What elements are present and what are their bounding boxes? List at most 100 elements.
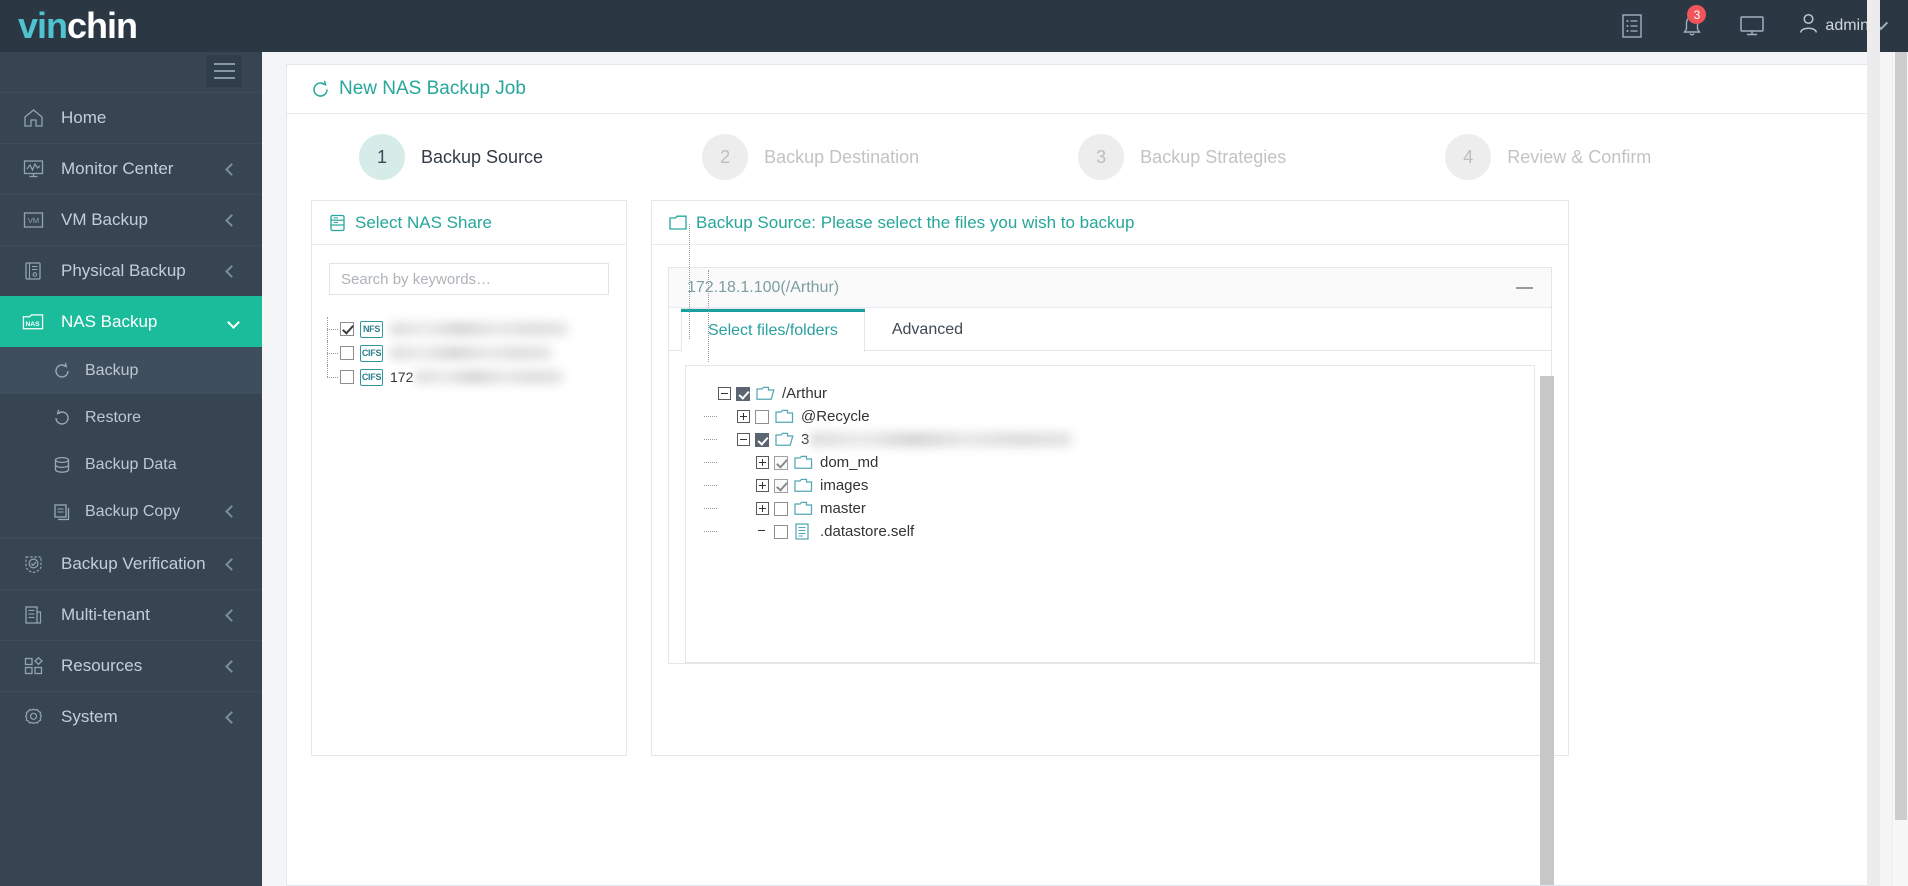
bell-icon[interactable]: 3 (1679, 5, 1707, 39)
tree-checkbox[interactable] (774, 524, 788, 539)
chevron-left-icon (225, 557, 238, 571)
tree-node-label-redacted (810, 432, 1073, 447)
tree-checkbox[interactable] (755, 409, 769, 424)
tree-checkbox[interactable] (736, 386, 750, 401)
tree-node-master[interactable]: master (704, 497, 1534, 520)
refresh-ccw-icon (52, 408, 72, 428)
sidebar: Home Monitor Center VM VM Backup Physica… (0, 52, 279, 886)
sidebar-item-backup[interactable]: Backup (0, 347, 262, 394)
sidebar-item-label: System (61, 707, 118, 726)
step-backup-destination[interactable]: 2 Backup Destination (702, 134, 919, 180)
tree-connector (327, 341, 340, 365)
sidebar-subitem-label: Backup (85, 361, 139, 379)
tree-node-label: /Arthur (782, 385, 828, 402)
svg-text:VM: VM (27, 216, 38, 225)
tree-checkbox[interactable] (774, 478, 788, 493)
sidebar-item-system[interactable]: System (0, 691, 262, 742)
source-tabs: Select files/folders Advanced (669, 308, 1551, 352)
list-item[interactable]: CIFS 172 (322, 365, 626, 389)
page-title: New NAS Backup Job (287, 65, 1869, 114)
select-nas-share-panel: Select NAS Share NFS (311, 200, 627, 756)
menu-toggle-button[interactable] (206, 55, 242, 87)
sidebar-item-backup-data[interactable]: Backup Data (0, 441, 262, 488)
list-item[interactable]: CIFS (322, 341, 626, 365)
tree-checkbox[interactable] (755, 432, 769, 447)
chevron-left-icon (225, 608, 238, 622)
tree-connector (327, 365, 340, 389)
server-stack-icon (329, 214, 346, 232)
expand-toggle-icon[interactable] (737, 410, 750, 423)
search-input[interactable] (329, 263, 609, 295)
file-tree: /Arthur @Recycle 3 dom_md images master … (685, 224, 1535, 663)
tree-connector (704, 462, 717, 463)
folder-icon (669, 215, 687, 231)
monitor-icon[interactable] (1739, 13, 1765, 39)
protocol-badge: CIFS (360, 368, 383, 386)
copy-icon (52, 502, 72, 522)
panel-scrollbar-thumb[interactable] (1540, 376, 1554, 885)
step-backup-strategies[interactable]: 3 Backup Strategies (1078, 134, 1286, 180)
sidebar-item-backup-copy[interactable]: Backup Copy (0, 488, 262, 535)
sidebar-item-vm-backup[interactable]: VM VM Backup (0, 194, 262, 245)
tree-node-datastore-self[interactable]: .datastore.self (704, 520, 1534, 543)
tree-node-label: @Recycle (801, 408, 870, 425)
header-actions: 3 admin (1619, 5, 1908, 39)
building-icon (22, 604, 44, 626)
wizard-card: New NAS Backup Job 1 Backup Source 2 Bac… (286, 64, 1870, 886)
server-icon (22, 260, 44, 282)
chevron-left-icon (225, 162, 238, 176)
task-list-icon[interactable] (1619, 13, 1645, 39)
expand-toggle-icon[interactable] (756, 479, 769, 492)
tree-checkbox[interactable] (774, 501, 788, 516)
collapse-toggle-icon[interactable] (737, 433, 750, 446)
collapse-toggle-icon[interactable] (718, 387, 731, 400)
sidebar-item-restore[interactable]: Restore (0, 394, 262, 441)
app-root: vinchin 3 admin Home Monitor Center VM V… (0, 0, 1908, 886)
menu-line (213, 70, 235, 72)
page-title-text: New NAS Backup Job (339, 78, 526, 99)
tree-node-arthur[interactable]: /Arthur (718, 382, 1534, 405)
tree-node-label: .datastore.self (820, 523, 915, 540)
sidebar-item-label: VM Backup (61, 210, 148, 229)
tree-node-images[interactable]: images (704, 474, 1534, 497)
sidebar-subitem-label: Restore (85, 408, 142, 426)
step-review-confirm[interactable]: 4 Review & Confirm (1445, 134, 1651, 180)
sidebar-item-backup-verification[interactable]: Backup Verification (0, 538, 262, 589)
sidebar-item-home[interactable]: Home (0, 92, 262, 143)
tree-node-redacted[interactable]: 3 (704, 428, 1534, 451)
tree-node-dom-md[interactable]: dom_md (704, 451, 1534, 474)
gear-icon (22, 706, 44, 728)
expand-toggle-icon[interactable] (756, 502, 769, 515)
minimize-icon[interactable] (1516, 286, 1533, 289)
share-name-redacted (390, 346, 552, 360)
share-checkbox[interactable] (340, 322, 354, 336)
sidebar-item-nas-backup[interactable]: NAS NAS Backup (0, 296, 279, 347)
brand-logo[interactable]: vinchin (0, 0, 262, 52)
tab-advanced[interactable]: Advanced (865, 308, 990, 351)
sidebar-item-resources[interactable]: Resources (0, 640, 262, 691)
share-name-redacted (390, 322, 568, 336)
page-scrollbar-track[interactable] (1892, 52, 1908, 886)
step-backup-source[interactable]: 1 Backup Source (359, 134, 543, 180)
grid-icon (22, 655, 44, 677)
sidebar-item-physical-backup[interactable]: Physical Backup (0, 245, 262, 296)
share-checkbox[interactable] (340, 346, 354, 360)
shield-check-icon (22, 553, 44, 575)
tree-node-recycle[interactable]: @Recycle (704, 405, 1534, 428)
list-item[interactable]: NFS (322, 317, 626, 341)
sidebar-item-label: Home (61, 108, 107, 127)
tree-checkbox[interactable] (774, 455, 788, 470)
protocol-badge: NFS (360, 320, 383, 338)
step-label: Backup Strategies (1140, 146, 1287, 167)
sidebar-item-multi-tenant[interactable]: Multi-tenant (0, 589, 262, 640)
refresh-cw-icon (311, 80, 330, 99)
panel-scrollbar-track[interactable] (1540, 376, 1554, 885)
tree-connector (704, 508, 717, 509)
sidebar-item-monitor-center[interactable]: Monitor Center (0, 143, 262, 194)
share-checkbox[interactable] (340, 370, 354, 384)
brand-logo-part1: vin (18, 5, 68, 46)
tab-label: Advanced (891, 321, 964, 338)
expand-toggle-icon[interactable] (756, 456, 769, 469)
protocol-badge: CIFS (360, 344, 383, 362)
page-scrollbar-thumb[interactable] (1895, 52, 1907, 820)
